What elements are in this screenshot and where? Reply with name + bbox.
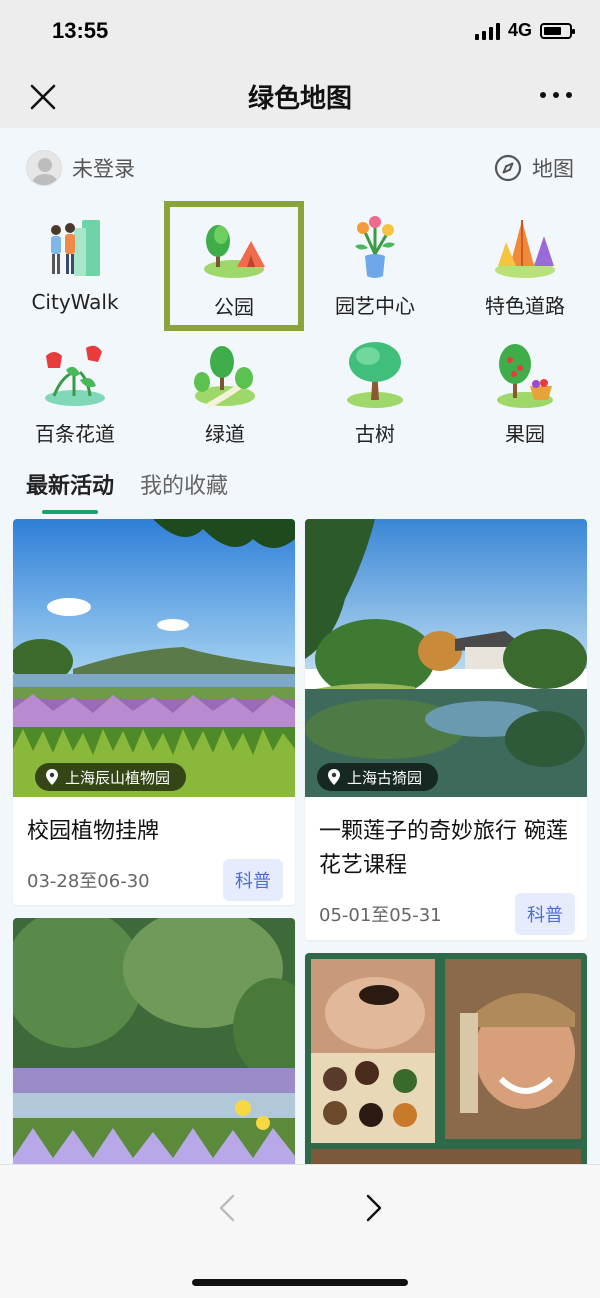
user-row: 未登录 地图 <box>26 148 574 188</box>
map-button[interactable]: 地图 <box>494 153 574 183</box>
lake-meadow-image <box>13 519 295 797</box>
category-label: 古树 <box>355 422 395 446</box>
signal-icon <box>474 22 500 40</box>
main-content: 未登录 地图 CityWalk 公园 园艺中心 特色道路 百条花道 绿道 古树 … <box>0 128 600 1164</box>
activity-date: 03-28至06-30 <box>27 871 150 892</box>
location-pin-icon <box>46 769 58 785</box>
status-bar: 13:55 4G <box>0 0 600 64</box>
old-tree-icon <box>347 342 403 408</box>
bottom-toolbar <box>0 1164 600 1298</box>
category-ancient-trees[interactable]: 古树 <box>305 334 445 454</box>
battery-icon <box>540 22 575 39</box>
status-indicators: 4G <box>474 20 575 41</box>
category-label: CityWalk <box>31 290 119 314</box>
activity-card[interactable]: 上海古猗园 一颗莲子的奇妙旅行 碗莲花艺课程 05-01至05-31 科普 <box>305 519 587 940</box>
activity-tag: 科普 <box>515 893 575 935</box>
network-type: 4G <box>507 20 532 40</box>
tulip-flowers-icon <box>45 345 105 406</box>
category-label: 公园 <box>214 295 254 319</box>
location-badge: 上海古猗园 <box>317 763 439 791</box>
category-citywalk[interactable]: CityWalk <box>5 206 145 326</box>
avatar[interactable] <box>26 150 62 186</box>
location-name: 上海辰山植物园 <box>65 768 171 787</box>
garden-pond-image <box>305 519 587 797</box>
location-pin-icon <box>328 769 340 785</box>
category-gardening-center[interactable]: 园艺中心 <box>305 206 445 326</box>
more-icon[interactable] <box>540 92 572 98</box>
forward-arrow-icon[interactable] <box>362 1193 386 1223</box>
activity-tag: 科普 <box>223 859 283 901</box>
flower-vase-icon <box>355 216 395 278</box>
category-featured-roads[interactable]: 特色道路 <box>455 206 595 326</box>
fruit-tree-icon <box>497 344 553 408</box>
activity-title: 一颗莲子的奇妙旅行 碗莲花艺课程 <box>319 819 568 878</box>
back-arrow-icon[interactable] <box>215 1193 239 1223</box>
category-greenway[interactable]: 绿道 <box>155 334 295 454</box>
green-path-icon <box>194 346 255 409</box>
activity-card[interactable] <box>305 953 587 1164</box>
login-status[interactable]: 未登录 <box>72 153 135 183</box>
activity-image: 上海辰山植物园 <box>13 519 295 797</box>
home-indicator <box>192 1279 408 1286</box>
activity-tabs: 最新活动 我的收藏 <box>26 468 228 514</box>
tab-my-favorites[interactable]: 我的收藏 <box>140 468 228 514</box>
activity-card[interactable] <box>13 918 295 1164</box>
compass-icon <box>494 154 522 182</box>
location-name: 上海古猗园 <box>347 768 423 787</box>
page-title: 绿色地图 <box>247 83 352 114</box>
close-icon[interactable] <box>28 82 58 112</box>
category-label: 园艺中心 <box>335 294 415 318</box>
category-label: 绿道 <box>205 422 245 446</box>
activity-card[interactable]: 上海辰山植物园 校园植物挂牌 03-28至06-30 科普 <box>13 519 295 905</box>
category-flower-paths[interactable]: 百条花道 <box>5 334 145 454</box>
activity-footer: 03-28至06-30 科普 <box>13 849 295 905</box>
activity-footer: 05-01至05-31 科普 <box>305 883 587 940</box>
nav-bar: 绿色地图 <box>0 64 600 128</box>
willow-iris-image <box>13 918 295 1164</box>
category-park[interactable]: 公园 <box>164 201 304 331</box>
category-label: 特色道路 <box>485 294 565 318</box>
location-badge: 上海辰山植物园 <box>35 763 187 791</box>
category-orchard[interactable]: 果园 <box>455 334 595 454</box>
status-time: 13:55 <box>52 18 109 43</box>
activity-image: 上海古猗园 <box>305 519 587 797</box>
park-tent-icon <box>204 225 265 278</box>
activity-date: 05-01至05-31 <box>319 905 442 926</box>
activity-title: 校园植物挂牌 <box>27 819 160 844</box>
people-walking-icon <box>51 220 100 276</box>
map-label: 地图 <box>532 157 574 181</box>
category-label: 百条花道 <box>35 422 115 446</box>
category-label: 果园 <box>505 422 545 446</box>
autumn-tree-icon <box>495 220 555 278</box>
insect-collage-image <box>305 953 587 1164</box>
tab-latest-activities[interactable]: 最新活动 <box>26 468 114 514</box>
